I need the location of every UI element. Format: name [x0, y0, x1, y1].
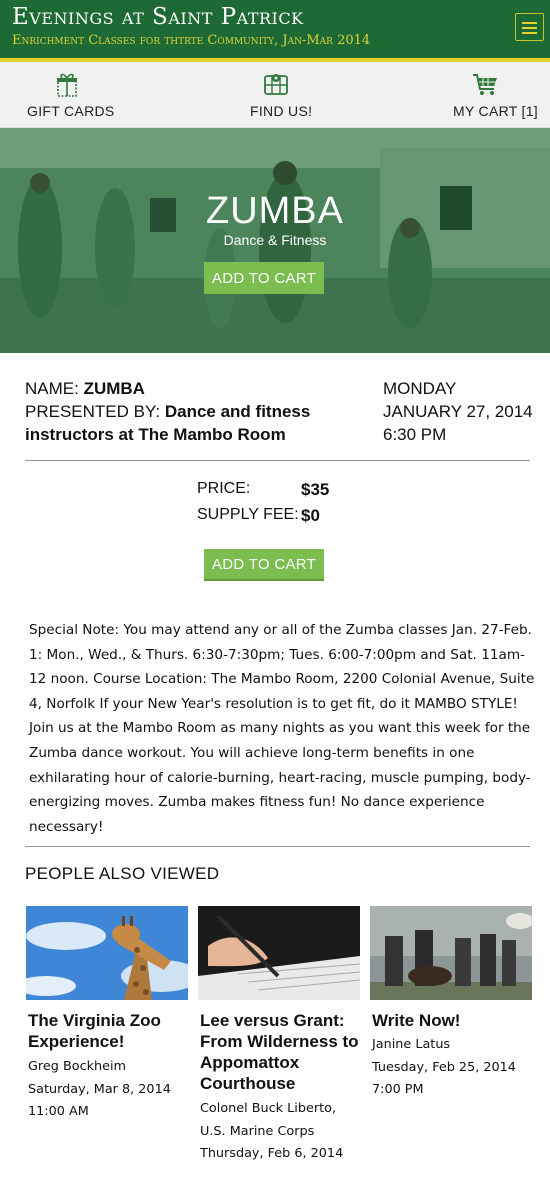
- price-value: $35: [301, 480, 330, 499]
- related-class-date: Saturday, Mar 8, 2014: [28, 1081, 171, 1097]
- related-class-title[interactable]: The Virginia Zoo Experience!: [28, 1010, 188, 1052]
- my-cart-link[interactable]: MY CART [1]: [448, 62, 538, 128]
- presenter-line: PRESENTED BY: Dance and fitness instruct…: [25, 400, 355, 446]
- related-class-time: 11:00 AM: [28, 1104, 89, 1119]
- hamburger-icon-bar: [522, 22, 537, 24]
- also-viewed-heading: PEOPLE ALSO VIEWED: [25, 864, 220, 883]
- gift-cards-link[interactable]: GIFT CARDS: [22, 62, 115, 128]
- name-label: NAME:: [25, 379, 79, 398]
- class-description: Special Note: You may attend any or all …: [29, 622, 535, 835]
- site-subtitle: Enrichment Classes for thtrte Community,…: [12, 33, 371, 48]
- utility-nav: GIFT CARDS FIND US! MY CART [1]: [0, 62, 550, 128]
- hero-subtitle: Dance & Fitness: [223, 232, 327, 248]
- hero-title: ZUMBA: [206, 190, 344, 232]
- supply-fee-value: $0: [301, 506, 320, 525]
- related-class-time: 7:00 PM: [372, 1082, 424, 1097]
- cart-icon: [473, 74, 497, 95]
- divider: [25, 460, 530, 461]
- supply-fee-label: SUPPLY FEE:: [197, 506, 299, 523]
- class-date: JANUARY 27, 2014: [383, 402, 533, 421]
- find-us-label: FIND US!: [250, 103, 313, 119]
- related-class-title[interactable]: Write Now!: [372, 1010, 532, 1031]
- related-class-presenter: Colonel Buck Liberto, U.S. Marine Corps: [200, 1101, 337, 1139]
- class-day: MONDAY: [383, 379, 457, 398]
- my-cart-label: MY CART [1]: [453, 103, 538, 119]
- related-class-date: Thursday, Feb 6, 2014: [200, 1146, 344, 1161]
- related-class-presenter: Janine Latus: [372, 1037, 451, 1052]
- site-header: Evenings at Saint Patrick Enrichment Cla…: [0, 0, 550, 58]
- related-class-meta: Greg Bockheim Saturday, Mar 8, 2014 11:0…: [28, 1056, 188, 1124]
- presenter-label: PRESENTED BY:: [25, 402, 161, 421]
- hamburger-icon-bar: [522, 27, 537, 29]
- giraffe-image: [26, 906, 188, 1000]
- menu-button[interactable]: [515, 13, 544, 41]
- hamburger-icon-bar: [522, 32, 537, 34]
- hero-add-to-cart-button[interactable]: ADD TO CART: [204, 262, 324, 294]
- related-class-meta: Janine Latus Tuesday, Feb 25, 2014 7:00 …: [372, 1034, 532, 1102]
- class-time: 6:30 PM: [383, 425, 447, 444]
- find-us-link[interactable]: FIND US!: [240, 62, 320, 128]
- gift-cards-label: GIFT CARDS: [27, 103, 115, 119]
- name-line: NAME: ZUMBA: [25, 377, 355, 400]
- hero-banner: ZUMBA Dance & Fitness ADD TO CART: [0, 128, 550, 353]
- related-class-meta: Colonel Buck Liberto, U.S. Marine Corps …: [200, 1098, 360, 1166]
- related-class-presenter: Greg Bockheim: [28, 1059, 127, 1074]
- related-class-title[interactable]: Lee versus Grant: From Wilderness to App…: [200, 1010, 360, 1094]
- divider: [25, 846, 530, 847]
- gift-icon: [57, 73, 77, 97]
- reenactment-image: [370, 906, 532, 1000]
- map-icon: [264, 74, 288, 95]
- writing-hand-image: [198, 906, 360, 1000]
- add-to-cart-button[interactable]: ADD TO CART: [204, 549, 324, 581]
- related-class-date: Tuesday, Feb 25, 2014: [372, 1059, 516, 1075]
- class-details: NAME: ZUMBA PRESENTED BY: Dance and fitn…: [25, 377, 355, 446]
- name-value: ZUMBA: [83, 379, 145, 398]
- class-schedule: MONDAY JANUARY 27, 2014 6:30 PM: [383, 377, 533, 446]
- site-title[interactable]: Evenings at Saint Patrick: [12, 4, 304, 30]
- price-label: PRICE:: [197, 480, 251, 497]
